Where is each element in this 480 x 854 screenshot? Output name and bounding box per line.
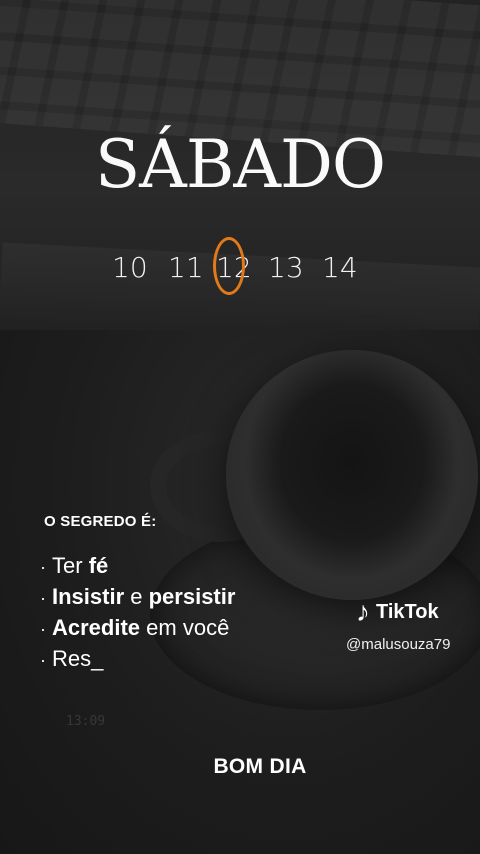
list-item: · Ter fé (40, 551, 340, 582)
item-text: e (124, 584, 149, 609)
message-title: O SEGREDO É: (44, 513, 157, 530)
bullet: · (40, 557, 46, 577)
bullet: · (40, 650, 46, 670)
bullet: · (40, 588, 46, 608)
tiktok-note-icon: ♪ (356, 596, 370, 627)
date-item: 13 (268, 251, 304, 284)
list-item: · Acredite em você (40, 613, 340, 644)
date-item: 11 (168, 251, 204, 284)
item-text: em você (140, 615, 230, 640)
date-item: 10 (112, 251, 148, 284)
tiktok-watermark: ♪ TikTok (356, 598, 439, 626)
bullet: · (40, 619, 46, 639)
selected-date-ring (213, 237, 245, 295)
list-item: · Insistir e persistir (40, 582, 340, 613)
item-text: Ter (52, 553, 89, 578)
message-list: · Ter fé · Insistir e persistir · Acredite … (40, 551, 340, 675)
list-item: · Res_ (40, 644, 340, 675)
greeting-text: BOM DIA (213, 755, 307, 778)
item-text-bold: persistir (148, 584, 236, 609)
day-title: SÁBADO (94, 126, 386, 203)
tiktok-brand: TikTok (376, 600, 439, 623)
item-text-bold: Acredite (52, 615, 141, 640)
item-text-bold: Insistir (52, 584, 125, 609)
date-item: 14 (322, 251, 358, 284)
item-text-bold: fé (88, 553, 109, 578)
tiktok-handle: @malusouza79 (346, 636, 451, 653)
item-text: Res_ (52, 646, 104, 671)
ghost-time-text: 13:09 (66, 714, 106, 729)
